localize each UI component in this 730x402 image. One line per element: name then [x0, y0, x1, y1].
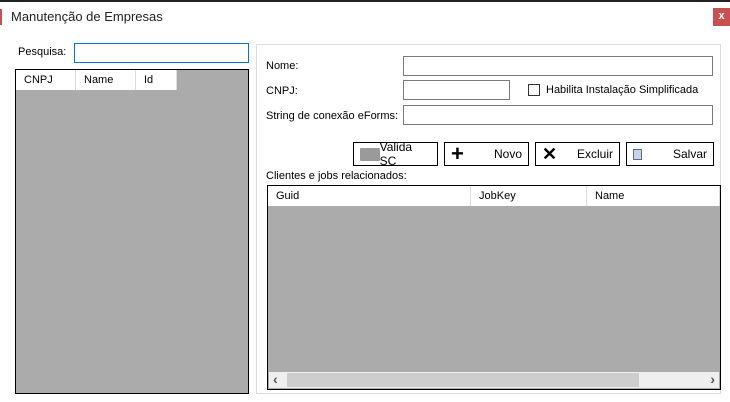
column-header-id[interactable]: Id — [136, 70, 177, 90]
companies-grid[interactable]: CNPJ Name Id — [15, 69, 249, 394]
column-header-jobkey[interactable]: JobKey — [471, 186, 587, 206]
plus-icon: + — [451, 141, 464, 166]
horizontal-scrollbar[interactable]: ‹ › — [269, 371, 719, 388]
scroll-left-icon[interactable]: ‹ — [273, 371, 278, 387]
salvar-button[interactable]: Salvar — [626, 142, 714, 166]
close-button[interactable]: x — [713, 8, 730, 26]
window-title: Manutenção de Empresas — [11, 9, 163, 24]
novo-button[interactable]: + Novo — [444, 142, 529, 166]
search-label: Pesquisa: — [18, 46, 67, 58]
simplified-install-checkbox[interactable] — [528, 84, 540, 96]
top-border — [0, 0, 730, 2]
column-header-cnpj[interactable]: CNPJ — [16, 70, 76, 90]
valida-sc-button[interactable]: Valida SC — [353, 140, 438, 168]
folder-search-icon — [360, 147, 380, 161]
accent-bar — [0, 9, 2, 25]
save-icon — [633, 148, 642, 160]
search-input[interactable] — [74, 43, 249, 63]
column-header-name[interactable]: Name — [76, 70, 136, 90]
connection-string-label: String de conexão eForms: — [266, 110, 399, 122]
column-header-guid[interactable]: Guid — [268, 186, 471, 206]
cnpj-label: CNPJ: — [266, 85, 298, 97]
jobs-label: Clientes e jobs relacionados: — [266, 170, 407, 182]
nome-input[interactable] — [403, 56, 713, 76]
scroll-right-icon[interactable]: › — [710, 371, 715, 387]
simplified-install-label: Habilita Instalação Simplificada — [546, 84, 699, 96]
excluir-button[interactable]: ✕ Excluir — [535, 142, 620, 166]
column-header-name[interactable]: Name — [587, 186, 720, 206]
jobs-grid[interactable]: Guid JobKey Name ‹ › — [267, 185, 721, 390]
scrollbar-thumb[interactable] — [287, 373, 639, 387]
x-icon: ✕ — [542, 143, 558, 164]
connection-string-input[interactable] — [403, 105, 713, 125]
cnpj-input[interactable] — [403, 80, 510, 100]
nome-label: Nome: — [266, 60, 299, 72]
